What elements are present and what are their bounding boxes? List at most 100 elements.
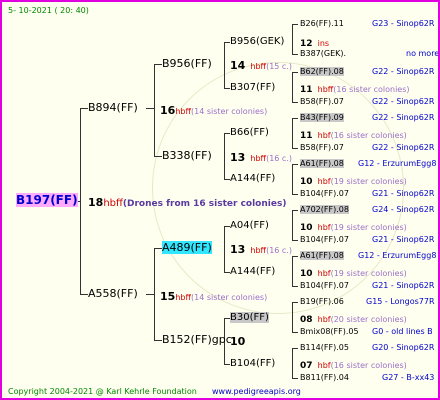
gen2-a-abbr: hbff — [250, 62, 267, 71]
connector-line — [292, 240, 298, 241]
gen3-a2-note: (16 sister colonies) — [333, 85, 410, 94]
gen2-node-c[interactable]: A489(FF) — [162, 241, 212, 254]
gen3-d1-info: 08 hbf(20 sister colonies) — [300, 311, 407, 326]
gen3-b2-num: 10 — [300, 177, 313, 187]
dam-node[interactable]: A558(FF) — [88, 288, 138, 300]
connector-line — [292, 348, 293, 378]
gen3-d2-note: (16 sister colonies) — [330, 361, 407, 370]
gen4-link[interactable]: G24 - Sinop62R — [372, 204, 434, 216]
dam-note: (14 sister colonies) — [190, 293, 268, 302]
gen4-node[interactable]: B58(FF).07 — [300, 142, 344, 154]
gen4-link[interactable]: G20 - Sinop62R — [372, 342, 434, 354]
connector-line — [292, 286, 298, 287]
sire-node[interactable]: B894(FF) — [88, 102, 138, 114]
gen2-a-note: (15 c.) — [266, 62, 292, 71]
gen4-link[interactable]: G21 - Sinop62R — [372, 234, 434, 246]
connector-line — [224, 133, 225, 179]
connector-line — [292, 54, 298, 55]
gen2-node-b[interactable]: B338(FF) — [162, 150, 212, 162]
gen3-a2-info: 11 hbff(16 sister colonies) — [300, 81, 410, 96]
footer-website-link[interactable]: www.pedigreeapis.org — [212, 386, 301, 398]
gen4-node[interactable]: B58(FF).07 — [300, 96, 344, 108]
connector-line — [292, 102, 298, 103]
dam-num: 15 — [160, 290, 176, 303]
gen4-id[interactable]: A702(FF).08 — [300, 205, 349, 214]
gen3-b1-note: (16 sister colonies) — [330, 131, 407, 140]
gen2-node-d[interactable]: B152(FF)gpc — [162, 334, 232, 346]
gen4-node[interactable]: B62(FF).08 — [300, 66, 344, 78]
gen3-b1-abbr: hbf — [317, 131, 331, 140]
gen3-d1-abbr: hbf — [317, 315, 331, 324]
gen3-d1-id[interactable]: B30(FF) — [230, 312, 269, 323]
connector-line — [154, 340, 162, 341]
gen4-link[interactable]: no more — [406, 48, 438, 60]
gen4-link[interactable]: G22 - Sinop62R — [372, 96, 434, 108]
gen4-link[interactable]: G12 - ErzurumEgg8 — [358, 158, 436, 170]
gen4-link[interactable]: G23 - Sinop62R — [372, 18, 434, 30]
gen4-node[interactable]: B104(FF).07 — [300, 188, 349, 200]
gen3-b1-num: 11 — [300, 131, 313, 141]
gen3-c1-note: (19 sister colonies) — [330, 223, 407, 232]
gen3-node-a2[interactable]: B307(FF) — [230, 82, 275, 94]
connector-line — [292, 348, 298, 349]
gen4-link[interactable]: G21 - Sinop62R — [372, 280, 434, 292]
dam-colony-info: 15hbff(14 sister colonies) — [160, 289, 267, 304]
gen4-node[interactable]: B19(FF).06 — [300, 296, 344, 308]
gen3-node-c1[interactable]: A04(FF) — [230, 220, 269, 232]
gen4-link[interactable]: G12 - ErzurumEgg8 — [358, 250, 436, 262]
connector-line — [292, 24, 298, 25]
root-node[interactable]: B197(FF) — [16, 193, 78, 207]
gen4-id[interactable]: A61(FF).08 — [300, 159, 344, 168]
gen3-c1-num: 10 — [300, 223, 313, 233]
root-num: 18 — [88, 196, 104, 209]
gen4-node[interactable]: B104(FF).07 — [300, 234, 349, 246]
gen4-link[interactable]: G22 - Sinop62R — [372, 112, 434, 124]
gen4-node[interactable]: B387(GEK). — [300, 48, 346, 60]
gen3-node-b1[interactable]: B66(FF) — [230, 127, 269, 139]
gen4-node[interactable]: B811(FF).04 — [300, 372, 349, 384]
gen3-node-d2[interactable]: B104(FF) — [230, 358, 275, 370]
gen4-id[interactable]: B62(FF).08 — [300, 67, 344, 76]
gen4-link[interactable]: G21 - Sinop62R — [372, 188, 434, 200]
gen4-node[interactable]: B43(FF).09 — [300, 112, 344, 124]
gen3-b2-note: (19 sister colonies) — [330, 177, 407, 186]
connector-line — [292, 302, 293, 332]
gen4-link[interactable]: G22 - Sinop62R — [372, 66, 434, 78]
gen4-link[interactable]: G15 - Longos77R — [366, 296, 435, 308]
gen4-node[interactable]: A61(FF).08 — [300, 250, 344, 262]
connector-line — [80, 294, 88, 295]
gen3-d2-abbr: hbf — [317, 361, 331, 370]
gen2-c-id[interactable]: A489(FF) — [162, 241, 212, 254]
sire-note: (14 sister colonies) — [190, 107, 268, 116]
gen3-b2-abbr: hbf — [317, 177, 331, 186]
gen4-node[interactable]: B114(FF).05 — [300, 342, 349, 354]
gen4-node[interactable]: B104(FF).07 — [300, 280, 349, 292]
pedigree-frame: 5- 10-2021 ( 20: 40) B197(FF) 18hbff(Dro… — [0, 0, 440, 400]
gen4-id[interactable]: B43(FF).09 — [300, 113, 344, 122]
connector-line — [154, 64, 162, 65]
gen4-node[interactable]: A702(FF).08 — [300, 204, 349, 216]
gen2-node-a[interactable]: B956(FF) — [162, 58, 212, 70]
gen2-b-num: 13 — [230, 151, 246, 164]
gen4-node[interactable]: B26(FF).11 — [300, 18, 344, 30]
gen4-link[interactable]: G22 - Sinop62R — [372, 142, 434, 154]
gen2-a-info: 14 hbff(15 c.) — [230, 58, 292, 73]
gen4-node[interactable]: Bmix08(FF).05 — [300, 326, 359, 338]
gen3-c1-abbr: hbf — [317, 223, 331, 232]
gen3-node-c2[interactable]: A144(FF) — [230, 266, 275, 278]
root-id[interactable]: B197(FF) — [16, 193, 78, 207]
root-note: (Drones from 16 sister colonies) — [122, 199, 287, 209]
gen3-node-a1[interactable]: B956(GEK) — [230, 36, 284, 48]
connector-line — [154, 248, 155, 340]
gen3-node-b2[interactable]: A144(FF) — [230, 173, 275, 185]
sire-num: 16 — [160, 104, 176, 117]
gen4-id[interactable]: A61(FF).08 — [300, 251, 344, 260]
gen3-c2-abbr: hbf — [317, 269, 331, 278]
connector-line — [292, 256, 293, 286]
gen4-link[interactable]: G27 - B-xx43 — [382, 372, 434, 384]
gen3-node-d1[interactable]: B30(FF) — [230, 312, 269, 324]
connector-line — [292, 332, 298, 333]
gen4-node[interactable]: A61(FF).08 — [300, 158, 344, 170]
connector-line — [292, 148, 298, 149]
gen4-link[interactable]: G0 - old lines B — [372, 326, 433, 338]
